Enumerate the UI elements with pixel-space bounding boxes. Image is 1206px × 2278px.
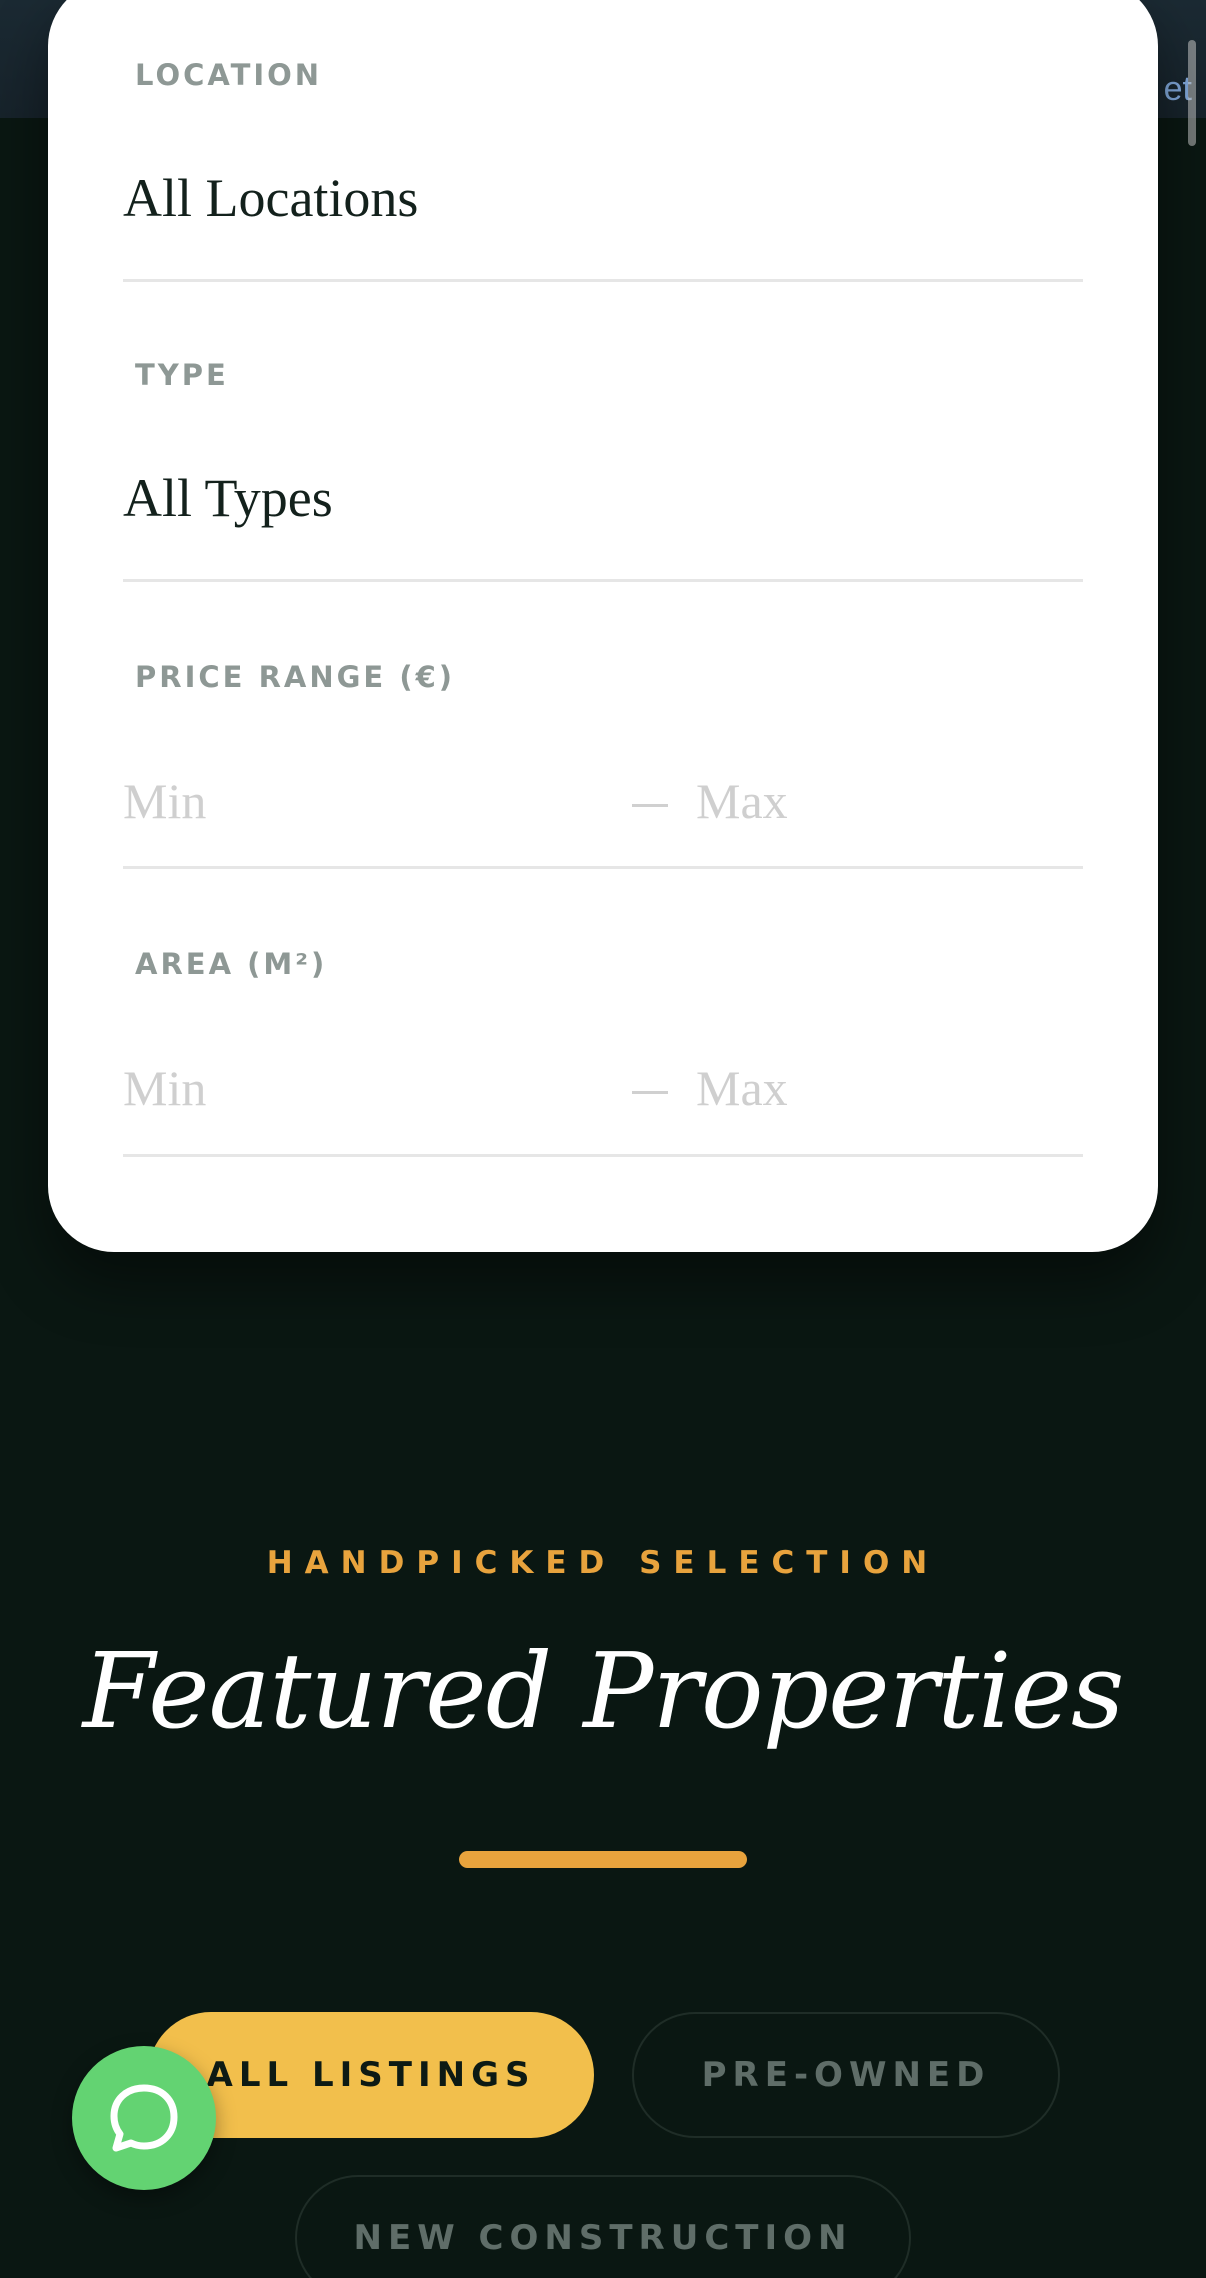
price-range-dash — [632, 804, 668, 807]
area-range-dash — [632, 1091, 668, 1094]
chat-bubble-icon — [110, 2084, 178, 2152]
area-max-input[interactable]: Max — [696, 1059, 788, 1117]
section-eyebrow: HANDPICKED SELECTION — [266, 1545, 940, 1581]
location-field[interactable]: LOCATION All Locations — [123, 0, 1083, 282]
area-min-input[interactable]: Min — [123, 1059, 206, 1117]
area-field: AREA (M²) Min Max — [123, 869, 1083, 1157]
price-min-input[interactable]: Min — [123, 772, 206, 830]
type-label: TYPE — [135, 358, 229, 392]
price-range-label: PRICE RANGE (€) — [135, 660, 456, 694]
title-underline — [459, 1851, 747, 1868]
price-range-field: PRICE RANGE (€) Min Max — [123, 582, 1083, 869]
location-select[interactable]: All Locations — [123, 167, 418, 229]
price-max-input[interactable]: Max — [696, 772, 788, 830]
type-select[interactable]: All Types — [123, 467, 333, 529]
property-search-panel: LOCATION All Locations TYPE All Types PR… — [48, 0, 1158, 1252]
area-label: AREA (M²) — [135, 947, 328, 981]
type-field[interactable]: TYPE All Types — [123, 282, 1083, 582]
filter-pre-owned[interactable]: PRE-OWNED — [632, 2012, 1060, 2138]
section-title: Featured Properties — [82, 1630, 1125, 1752]
scrollbar-thumb[interactable] — [1188, 40, 1196, 146]
location-label: LOCATION — [135, 58, 323, 92]
filter-new-construction[interactable]: NEW CONSTRUCTION — [295, 2175, 911, 2278]
whatsapp-chat-button[interactable] — [72, 2046, 216, 2190]
